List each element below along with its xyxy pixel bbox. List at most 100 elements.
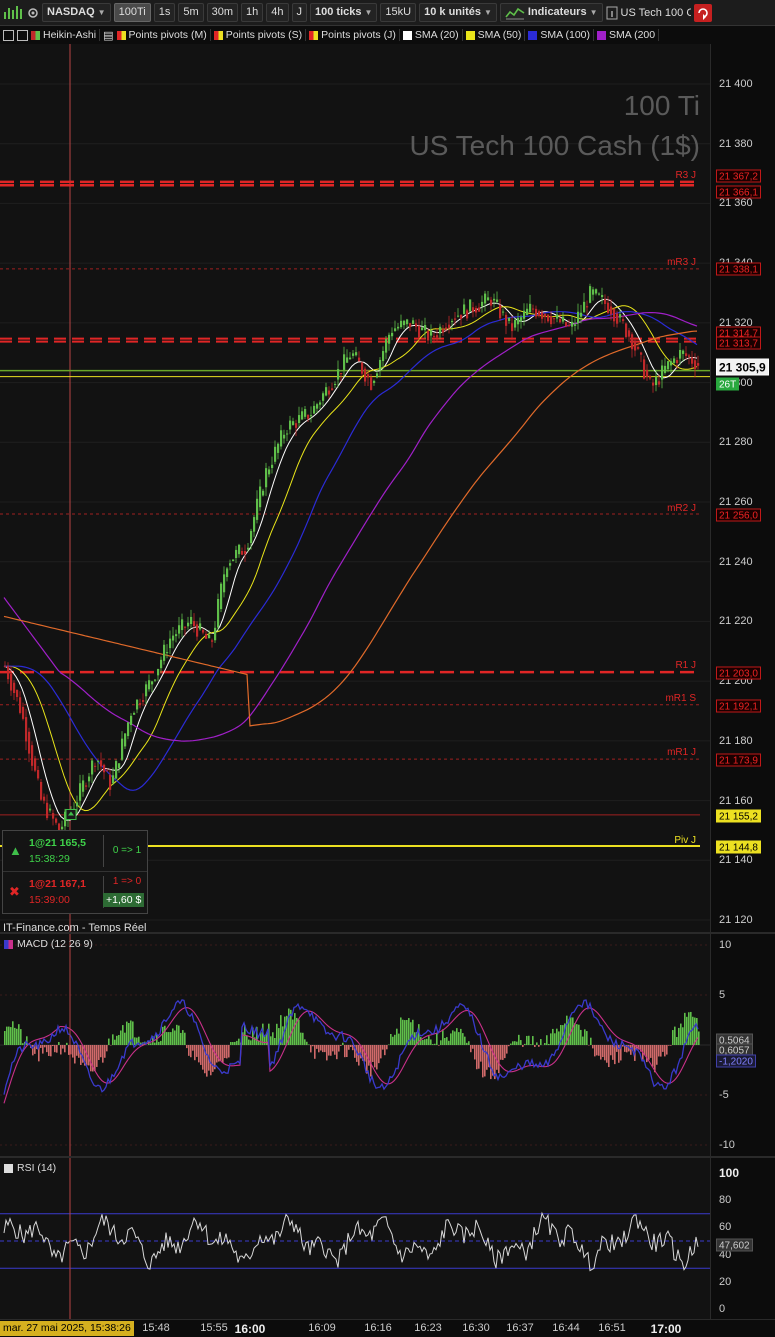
candle-body xyxy=(334,384,336,385)
timeframe-1s[interactable]: 1s xyxy=(154,3,176,22)
volume-button[interactable]: 15kU xyxy=(380,3,416,22)
macd-histogram-bar xyxy=(174,1030,176,1045)
macd-histogram-bar xyxy=(402,1020,404,1045)
candle-body xyxy=(304,409,306,417)
candle-body xyxy=(625,324,627,338)
macd-histogram-bar xyxy=(202,1045,204,1070)
timeframe-30m[interactable]: 30m xyxy=(207,3,238,22)
macd-histogram-bar xyxy=(270,1036,272,1045)
macd-tick-label: 10 xyxy=(719,939,731,951)
legend-pivots-s[interactable]: Points pivots (S) xyxy=(214,29,306,41)
rsi-header[interactable]: RSI (14) xyxy=(4,1162,56,1174)
time-tick-label: 17:00 xyxy=(651,1322,682,1336)
macd-histogram-bar xyxy=(124,1033,126,1045)
macd-histogram-bar xyxy=(220,1045,222,1061)
legend-pivots-m[interactable]: Points pivots (M) xyxy=(117,29,211,41)
timeframe-4h[interactable]: 4h xyxy=(266,3,288,22)
ticks-selector[interactable]: 100 ticks▼ xyxy=(310,3,377,22)
checkbox-icon[interactable] xyxy=(17,30,28,41)
macd-histogram-bar xyxy=(226,1045,228,1058)
timeframe-j[interactable]: J xyxy=(292,3,308,22)
candle-body xyxy=(577,312,579,323)
candle-body xyxy=(610,307,612,315)
legend-pivots-j[interactable]: Points pivots (J) xyxy=(309,29,400,41)
symbol-selector[interactable]: NASDAQ▼ xyxy=(42,3,111,22)
refresh-icon[interactable] xyxy=(694,4,712,22)
macd-histogram-bar xyxy=(534,1045,536,1047)
price-axis[interactable]: 21 40021 38021 36021 34021 32021 30021 2… xyxy=(710,44,775,932)
macd-histogram-bar xyxy=(544,1043,546,1045)
legend-sma-100[interactable]: SMA (100) xyxy=(528,29,594,41)
candle-body xyxy=(580,313,582,317)
candle-body xyxy=(97,761,99,762)
candle-body xyxy=(418,326,420,338)
macd-histogram-bar xyxy=(556,1029,558,1045)
macd-axis[interactable]: 1050-5-10 0,5064 0,6057 -1,2020 xyxy=(710,934,775,1156)
macd-histogram-bar xyxy=(382,1045,384,1050)
level-label-r3j: R3 J xyxy=(675,170,696,181)
candle-body xyxy=(382,351,384,361)
macd-histogram-bar xyxy=(604,1045,606,1060)
settings-icon[interactable] xyxy=(27,5,39,21)
macd-histogram-bar xyxy=(374,1045,376,1067)
macd-histogram-bar xyxy=(326,1045,328,1060)
divider xyxy=(103,835,104,867)
candle-body xyxy=(589,286,591,303)
candle-body xyxy=(256,499,258,520)
indicators-button[interactable]: Indicateurs▼ xyxy=(500,3,603,22)
candle-body xyxy=(202,630,204,633)
macd-histogram-bar xyxy=(196,1045,198,1057)
list-icon[interactable]: ▤ xyxy=(103,29,113,42)
macd-histogram-bar xyxy=(472,1045,474,1049)
macd-histogram-bar xyxy=(68,1045,70,1055)
candle-body xyxy=(667,361,669,369)
candle-body xyxy=(448,325,450,328)
timeframe-100ti[interactable]: 100Ti xyxy=(114,3,151,22)
legend-sma-20[interactable]: SMA (20) xyxy=(403,29,463,41)
trade-row-buy[interactable]: ▲ 1@21 165,5 15:38:29 0 => 1 xyxy=(3,831,147,872)
candle-body xyxy=(490,300,492,306)
timeframe-5m[interactable]: 5m xyxy=(178,3,203,22)
trade-history-panel[interactable]: ▲ 1@21 165,5 15:38:29 0 => 1 ✖ 1@21 167,… xyxy=(2,830,148,914)
trade-row-sell[interactable]: ✖ 1@21 167,1 15:39:00 1 => 0 +1,60 $ xyxy=(3,872,147,912)
checkbox-icon[interactable] xyxy=(3,30,14,41)
macd-histogram-bar xyxy=(672,1030,674,1045)
macd-histogram-bar xyxy=(468,1041,470,1045)
macd-histogram-bar xyxy=(188,1045,190,1056)
timeframe-1h[interactable]: 1h xyxy=(241,3,263,22)
time-axis[interactable]: 15:4815:5516:0016:0916:1616:2316:3016:37… xyxy=(0,1319,775,1337)
price-tag-mr1s: 21 192,1 xyxy=(716,700,761,713)
units-selector[interactable]: 10 k unités▼ xyxy=(419,3,497,22)
rsi-pane[interactable]: RSI (14) xyxy=(0,1158,710,1319)
candle-body xyxy=(85,785,87,786)
macd-histogram-bar xyxy=(178,1026,180,1045)
info-icon[interactable] xyxy=(606,6,618,20)
candle-body xyxy=(484,294,486,304)
macd-histogram-bar xyxy=(424,1039,426,1045)
candle-body xyxy=(43,797,45,801)
macd-histogram-bar xyxy=(176,1025,178,1045)
instrument-label[interactable]: US Tech 100 C xyxy=(621,7,691,19)
candle-body xyxy=(628,330,630,336)
rsi-axis[interactable]: 100806040200 47,602 xyxy=(710,1158,775,1319)
candle-body xyxy=(277,444,279,453)
price-tag-r3j-1: 21 367,2 xyxy=(716,170,761,183)
macd-histogram-bar xyxy=(514,1041,516,1045)
rsi-title: RSI (14) xyxy=(17,1162,56,1174)
legend-sma-50[interactable]: SMA (50) xyxy=(466,29,526,41)
candle-body xyxy=(283,435,285,439)
legend-heikin-ashi[interactable]: Heikin-Ashi xyxy=(31,29,100,41)
time-tick-label: 16:23 xyxy=(414,1322,442,1334)
price-chart-pane[interactable]: 100 Ti US Tech 100 Cash (1$) R3 J mR3 J … xyxy=(0,44,710,932)
macd-header[interactable]: MACD (12 26 9) xyxy=(4,938,93,950)
macd-pane[interactable]: MACD (12 26 9) xyxy=(0,934,710,1156)
candle-body xyxy=(523,311,525,319)
rsi-tick-label: 20 xyxy=(719,1276,731,1288)
macd-histogram-bar xyxy=(530,1044,532,1045)
macd-histogram-bar xyxy=(72,1045,74,1058)
candle-body xyxy=(211,640,213,641)
candle-body xyxy=(241,551,243,555)
legend-sma-200[interactable]: SMA (200 xyxy=(597,29,659,41)
candle-body xyxy=(526,309,528,315)
macd-histogram-bar xyxy=(56,1045,58,1053)
